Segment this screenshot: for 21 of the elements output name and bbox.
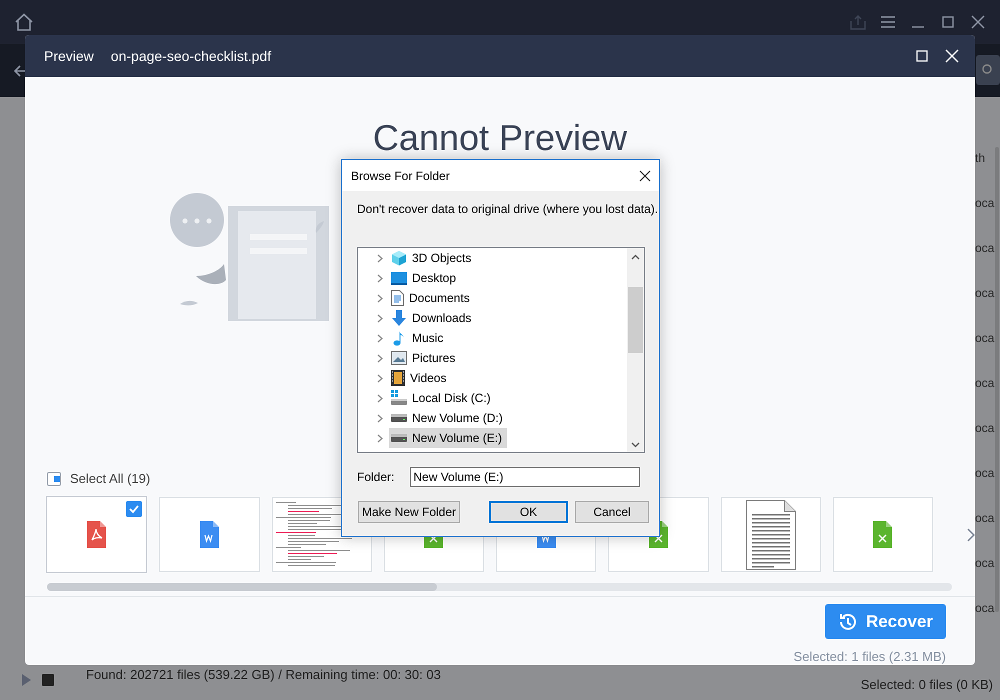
selected-summary: Selected: 1 files (2.31 MB) — [794, 649, 946, 664]
selected-summary: Selected: 0 files (0 KB) — [860, 677, 993, 692]
scan-status: Found: 202721 files (539.22 GB) / Remaining time: 00: 30: 03 — [86, 667, 441, 682]
dialog-title: Browse For Folder — [351, 168, 450, 182]
table-cell-text: oca — [975, 330, 995, 347]
folder-label: Folder: — [357, 470, 394, 484]
table-cell-text: oca — [975, 465, 995, 482]
dialog-message: Don't recover data to original drive (where you lost data). — [357, 202, 659, 216]
table-cell-text: oca — [975, 240, 995, 257]
table-cell-text: oca — [975, 555, 995, 572]
file-name: on-page-seo-checklist.pdf — [110, 48, 272, 64]
table-cell-text: oca — [975, 285, 995, 302]
table-cell-text: oca — [975, 510, 995, 527]
table-cell-text: oca — [975, 195, 995, 212]
column-heading: th — [975, 150, 986, 167]
window-title: Preview — [44, 48, 94, 64]
table-cell-text: oca — [975, 600, 995, 617]
preview-message: Cannot Preview — [372, 117, 628, 159]
table-cell-text: oca — [975, 420, 995, 437]
select-all-label: Select All (19) — [70, 471, 150, 486]
table-cell-text: oca — [975, 375, 995, 392]
